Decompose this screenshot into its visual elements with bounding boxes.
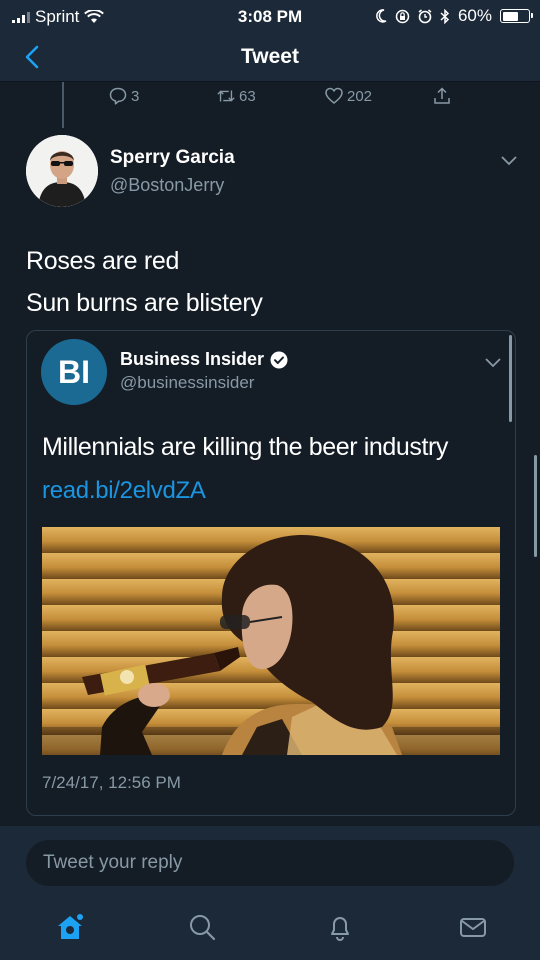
retweet-count: 63 [239, 87, 256, 105]
author-handle[interactable]: @BostonJerry [110, 175, 224, 196]
quoted-tweet-card[interactable]: BI Business Insider @businessinsider Mil… [26, 330, 516, 816]
business-insider-logo[interactable]: BI [41, 339, 107, 405]
reply-count: 3 [131, 87, 140, 105]
quoted-author-name-text: Business Insider [120, 349, 265, 369]
retweet-icon [217, 90, 235, 102]
search-icon[interactable] [187, 912, 217, 942]
battery-percent: 60% [457, 6, 492, 25]
quoted-timestamp: 7/24/17, 12:56 PM [42, 773, 181, 792]
battery-level [502, 11, 518, 21]
reply-button[interactable]: 3 [108, 86, 216, 106]
lock-rotation-icon [395, 9, 410, 23]
verified-badge-icon [270, 351, 288, 368]
reply-input[interactable] [26, 840, 514, 886]
heart-icon [325, 87, 343, 104]
battery-icon [500, 9, 533, 23]
author-name[interactable]: Sperry Garcia [110, 147, 235, 169]
nav-bar: Tweet [0, 34, 540, 82]
avatar[interactable] [26, 135, 98, 207]
chevron-down-icon[interactable] [498, 149, 520, 171]
status-bar: Sprint 3:08 PM 60% [0, 0, 540, 34]
page-title: Tweet [241, 45, 299, 68]
quoted-author-name[interactable]: Business Insider [120, 349, 288, 370]
tweet-line: Roses are red [26, 247, 180, 275]
messages-icon[interactable] [458, 912, 488, 942]
article-photo[interactable] [42, 527, 500, 755]
quoted-chevron-down-icon[interactable] [482, 351, 504, 373]
quoted-author-handle[interactable]: @businessinsider [120, 373, 254, 393]
status-right: 60% [375, 6, 533, 26]
like-button[interactable]: 202 [324, 86, 432, 106]
page-scrollbar[interactable] [534, 455, 537, 557]
like-count: 202 [347, 87, 373, 105]
quoted-link[interactable]: read.bi/2elvdZA [42, 477, 206, 505]
moon-icon [376, 9, 387, 23]
share-button[interactable] [432, 86, 452, 106]
share-icon [434, 87, 450, 104]
alarm-icon [418, 8, 432, 23]
reply-icon [109, 87, 127, 105]
notifications-icon[interactable] [325, 912, 355, 942]
parent-tweet-actions: 3 63 202 [108, 86, 452, 106]
tweet-text: Roses are red Sun burns are blistery [26, 240, 263, 324]
tab-bar [0, 898, 540, 960]
home-icon[interactable] [55, 912, 85, 942]
thread-connector [62, 82, 64, 128]
bluetooth-icon [440, 8, 450, 24]
tweet-line: Sun burns are blistery [26, 289, 263, 317]
card-scrollbar[interactable] [509, 335, 512, 422]
reply-bar [0, 826, 540, 898]
quoted-text: Millennials are killing the beer industr… [42, 433, 449, 461]
retweet-button[interactable]: 63 [216, 86, 324, 106]
tweet-author: Sperry Garcia @BostonJerry [26, 135, 526, 211]
